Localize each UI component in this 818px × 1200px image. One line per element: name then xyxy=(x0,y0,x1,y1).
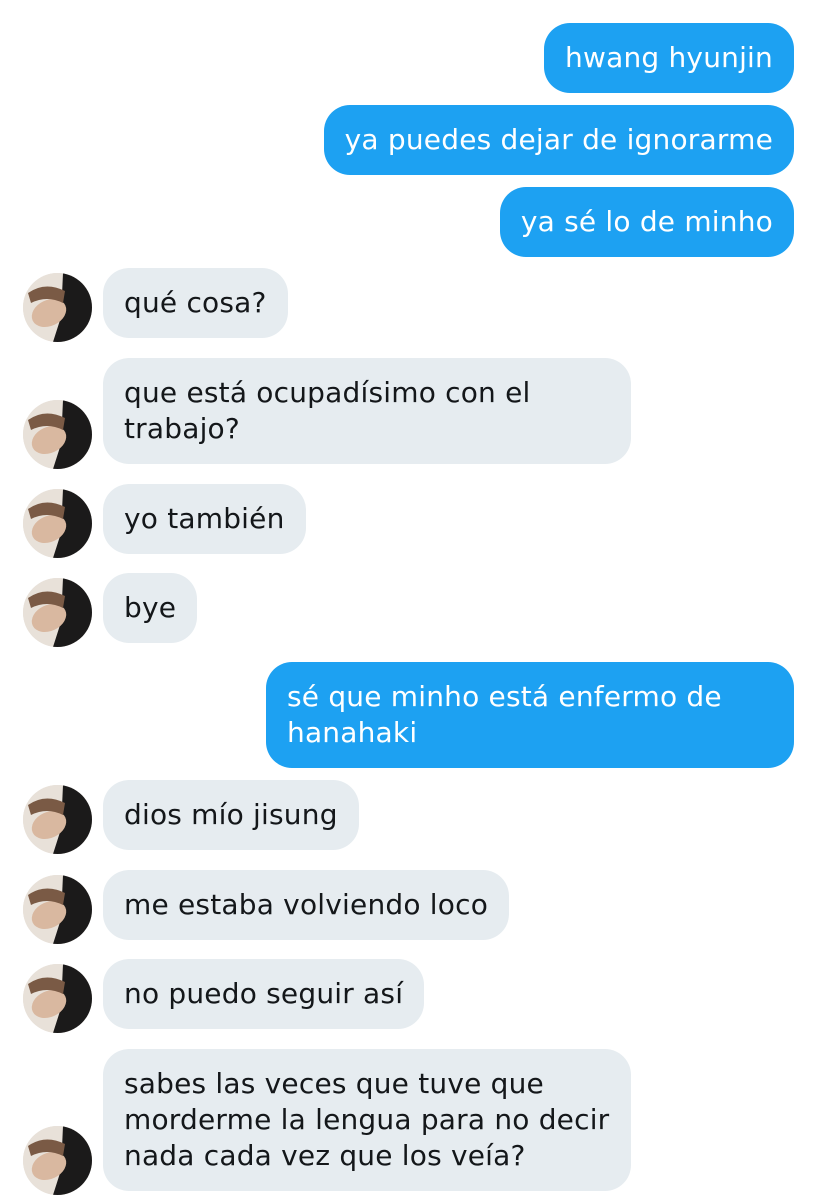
message-bubble-received: yo también xyxy=(103,484,306,554)
message-sent[interactable]: ya sé lo de minho xyxy=(499,187,794,257)
contact-avatar[interactable] xyxy=(23,785,92,854)
message-bubble-received: dios mío jisung xyxy=(103,780,359,850)
contact-avatar[interactable] xyxy=(23,1126,92,1195)
avatar-icon xyxy=(23,489,92,558)
contact-avatar[interactable] xyxy=(23,273,92,342)
message-sent[interactable]: ya puedes dejar de ignorarme xyxy=(323,105,794,175)
message-bubble-received: qué cosa? xyxy=(103,268,288,338)
message-sent[interactable]: sé que minho está enfermo de hanahaki xyxy=(266,662,794,768)
avatar-icon xyxy=(23,785,92,854)
message-bubble-received: me estaba volviendo loco xyxy=(103,870,510,940)
message-received[interactable]: me estaba volviendo loco xyxy=(103,870,510,940)
message-received[interactable]: yo también xyxy=(103,484,306,554)
message-bubble-received: que está ocupadísimo con el trabajo? xyxy=(103,358,631,464)
contact-avatar[interactable] xyxy=(23,489,92,558)
message-bubble-sent: ya puedes dejar de ignorarme xyxy=(323,105,794,175)
avatar-icon xyxy=(23,875,92,944)
contact-avatar[interactable] xyxy=(23,964,92,1033)
message-bubble-received: bye xyxy=(103,573,198,643)
contact-avatar[interactable] xyxy=(23,400,92,469)
avatar-icon xyxy=(23,400,92,469)
message-received[interactable]: qué cosa? xyxy=(103,268,288,338)
message-bubble-received: sabes las veces que tuve que morderme la… xyxy=(103,1049,631,1191)
message-received[interactable]: sabes las veces que tuve que morderme la… xyxy=(103,1049,631,1191)
message-bubble-sent: sé que minho está enfermo de hanahaki xyxy=(266,662,794,768)
message-bubble-sent: hwang hyunjin xyxy=(544,23,794,93)
avatar-icon xyxy=(23,964,92,1033)
message-bubble-sent: ya sé lo de minho xyxy=(499,187,794,257)
avatar-icon xyxy=(23,1126,92,1195)
message-received[interactable]: no puedo seguir así xyxy=(103,959,425,1029)
message-received[interactable]: dios mío jisung xyxy=(103,780,359,850)
contact-avatar[interactable] xyxy=(23,875,92,944)
avatar-icon xyxy=(23,578,92,647)
message-received[interactable]: bye xyxy=(103,573,198,643)
message-received[interactable]: que está ocupadísimo con el trabajo? xyxy=(103,358,631,464)
contact-avatar[interactable] xyxy=(23,578,92,647)
avatar-icon xyxy=(23,273,92,342)
message-sent[interactable]: hwang hyunjin xyxy=(544,23,794,93)
message-bubble-received: no puedo seguir así xyxy=(103,959,425,1029)
